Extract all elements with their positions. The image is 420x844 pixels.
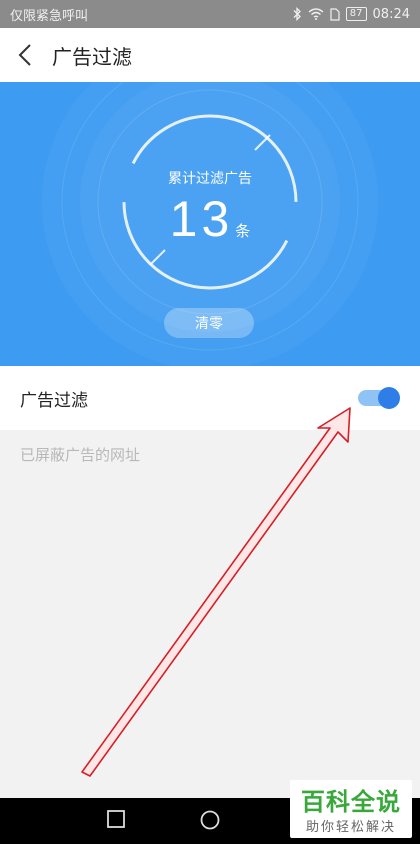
home-icon[interactable] bbox=[199, 809, 221, 831]
app-header: 广告过滤 bbox=[0, 28, 420, 82]
status-icons: 87 08:24 bbox=[292, 7, 410, 22]
carrier-text: 仅限紧急呼叫 bbox=[10, 8, 89, 24]
count-unit: 条 bbox=[235, 222, 251, 240]
screen: 仅限紧急呼叫 87 08:24 广告过滤 累计过滤广告 13 条 清零 广告过滤… bbox=[0, 0, 420, 844]
clear-button[interactable]: 清零 bbox=[164, 308, 254, 338]
wifi-icon bbox=[308, 8, 324, 20]
ad-filter-label: 广告过滤 bbox=[20, 390, 88, 411]
clock: 08:24 bbox=[372, 6, 410, 22]
ad-filter-row[interactable]: 广告过滤 bbox=[0, 366, 420, 430]
sim-icon bbox=[330, 7, 340, 21]
watermark-logo: 百科全说 助你轻松解决 bbox=[290, 780, 412, 838]
filtered-count: 13 bbox=[169, 191, 234, 247]
stats-hero: 累计过滤广告 13 条 清零 bbox=[0, 82, 420, 366]
status-bar: 仅限紧急呼叫 87 08:24 bbox=[0, 0, 420, 28]
ad-filter-toggle[interactable] bbox=[358, 387, 400, 409]
back-button[interactable] bbox=[0, 28, 50, 82]
blocked-urls-link[interactable]: 已屏蔽广告的网址 bbox=[20, 444, 140, 465]
counter-label: 累计过滤广告 bbox=[168, 171, 252, 187]
battery-icon: 87 bbox=[345, 7, 367, 21]
bluetooth-icon bbox=[293, 7, 301, 21]
page-title: 广告过滤 bbox=[52, 44, 132, 69]
toggle-knob bbox=[378, 387, 400, 409]
watermark-title: 百科全说 bbox=[301, 788, 401, 816]
chevron-left-icon bbox=[18, 44, 31, 66]
counter-value: 13 条 bbox=[0, 190, 420, 248]
watermark-subtitle: 助你轻松解决 bbox=[305, 820, 396, 835]
recent-apps-icon[interactable] bbox=[106, 809, 126, 829]
